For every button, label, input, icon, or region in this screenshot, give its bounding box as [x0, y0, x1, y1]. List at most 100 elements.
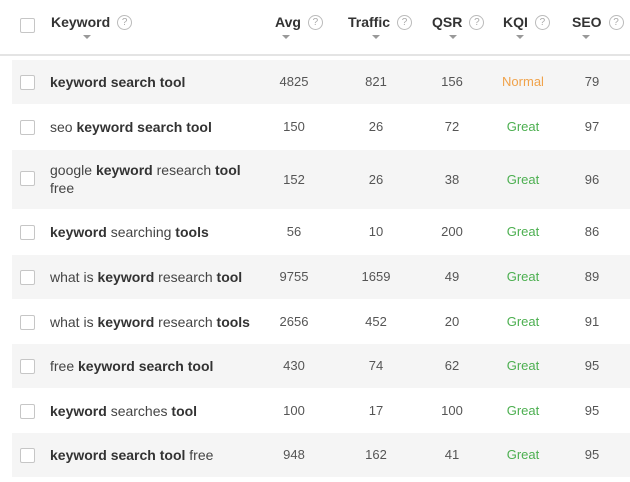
avg-cell: 152 — [283, 172, 305, 187]
qsr-cell: 72 — [444, 119, 460, 134]
keyword-text: free — [185, 447, 214, 463]
help-icon[interactable]: ? — [397, 14, 413, 30]
keyword-text: google — [50, 162, 96, 178]
keyword-cell[interactable]: google keyword research tool free — [50, 161, 250, 197]
kqi-cell: Great — [506, 403, 540, 418]
col-kqi-header[interactable]: KQI ? — [503, 14, 550, 30]
avg-cell: 430 — [283, 358, 305, 373]
seo-cell: 79 — [584, 74, 600, 89]
keyword-cell[interactable]: seo keyword search tool — [50, 118, 250, 136]
row-checkbox[interactable] — [20, 225, 35, 240]
select-all-checkbox[interactable] — [20, 18, 35, 33]
help-icon[interactable]: ? — [307, 14, 323, 30]
kqi-cell: Great — [506, 119, 540, 134]
keyword-match-text: keyword — [95, 162, 153, 178]
kqi-cell: Great — [506, 447, 540, 462]
keyword-match-text: keyword — [50, 403, 107, 419]
help-icon[interactable]: ? — [117, 14, 133, 30]
keyword-match-text: keyword — [97, 314, 155, 330]
keyword-text: searches — [106, 403, 172, 419]
keyword-cell[interactable]: keyword search tool free — [50, 446, 250, 464]
sort-arrow-icon[interactable] — [372, 35, 380, 39]
col-qsr-header[interactable]: QSR ? — [432, 14, 485, 30]
help-icon[interactable]: ? — [608, 14, 624, 30]
sort-arrow-icon[interactable] — [516, 35, 524, 39]
col-keyword-header[interactable]: Keyword ? — [51, 14, 133, 30]
avg-cell: 150 — [283, 119, 305, 134]
avg-cell: 100 — [283, 403, 305, 418]
row-checkbox[interactable] — [20, 359, 35, 374]
keyword-text: research — [154, 269, 217, 285]
traffic-cell: 1659 — [361, 269, 391, 284]
qsr-cell: 200 — [441, 224, 463, 239]
table-row[interactable]: seo keyword search tool 150 26 72 97 Great — [12, 105, 630, 149]
qsr-cell: 49 — [444, 269, 460, 284]
row-checkbox[interactable] — [20, 75, 35, 90]
keyword-cell[interactable]: keyword searching tools — [50, 223, 250, 241]
traffic-cell: 26 — [368, 119, 384, 134]
seo-cell: 91 — [584, 314, 600, 329]
keyword-match-text: keyword — [97, 269, 155, 285]
col-avg-header[interactable]: Avg ? — [275, 14, 323, 30]
col-kqi-label: KQI — [503, 14, 528, 30]
sort-arrow-icon[interactable] — [449, 35, 457, 39]
keyword-match-text: tools — [216, 314, 250, 330]
qsr-cell: 156 — [441, 74, 463, 89]
col-seo-label: SEO — [572, 14, 602, 30]
traffic-cell: 74 — [368, 358, 384, 373]
traffic-cell: 452 — [365, 314, 387, 329]
sort-arrow-icon[interactable] — [83, 35, 91, 39]
sort-arrow-icon[interactable] — [282, 35, 290, 39]
kqi-cell: Great — [506, 224, 540, 239]
traffic-cell: 10 — [368, 224, 384, 239]
kqi-cell: Great — [506, 269, 540, 284]
avg-cell: 9755 — [279, 269, 309, 284]
table-row[interactable]: keyword search tool free 948 162 41 95 Great — [12, 433, 630, 477]
keyword-text: free — [50, 358, 79, 374]
table-row[interactable]: what is keyword research tool 9755 1659 49 8… — [12, 255, 630, 299]
keyword-cell[interactable]: keyword searches tool — [50, 402, 250, 420]
seo-cell: 96 — [584, 172, 600, 187]
keyword-table: Keyword ? Avg ? Traffic ? QSR ? KQI ? SE… — [0, 0, 630, 477]
keyword-cell[interactable]: keyword search tool — [50, 73, 250, 91]
seo-cell: 86 — [584, 224, 600, 239]
table-row[interactable]: what is keyword research tools 2656 452 20 9… — [12, 300, 630, 344]
table-row[interactable]: free keyword search tool 430 74 62 95 Great — [12, 344, 630, 388]
keyword-match-text: keyword search tool — [76, 119, 212, 135]
seo-cell: 97 — [584, 119, 600, 134]
keyword-text: research — [152, 162, 215, 178]
col-keyword-label: Keyword — [51, 14, 111, 30]
table-row[interactable]: keyword searching tools 56 10 200 86 Great — [12, 210, 630, 254]
row-checkbox[interactable] — [20, 448, 35, 463]
sort-arrow-icon[interactable] — [582, 35, 590, 39]
table-row[interactable]: google keyword research tool free 152 26 38… — [12, 150, 630, 209]
help-icon[interactable]: ? — [534, 14, 550, 30]
col-seo-header[interactable]: SEO ? — [572, 14, 624, 30]
keyword-text: seo — [50, 119, 77, 135]
kqi-cell: Normal — [502, 74, 544, 89]
help-icon[interactable]: ? — [469, 14, 485, 30]
row-checkbox[interactable] — [20, 171, 35, 186]
row-checkbox[interactable] — [20, 120, 35, 135]
kqi-cell: Great — [506, 314, 540, 329]
table-row[interactable]: keyword search tool 4825 821 156 79 Normal — [12, 60, 630, 104]
col-traffic-header[interactable]: Traffic ? — [348, 14, 413, 30]
row-checkbox[interactable] — [20, 270, 35, 285]
keyword-match-text: tool — [171, 403, 198, 419]
qsr-cell: 100 — [441, 403, 463, 418]
col-qsr-label: QSR — [432, 14, 463, 30]
seo-cell: 95 — [584, 403, 600, 418]
keyword-cell[interactable]: what is keyword research tools — [50, 313, 250, 331]
traffic-cell: 26 — [368, 172, 384, 187]
qsr-cell: 41 — [444, 447, 460, 462]
row-checkbox[interactable] — [20, 315, 35, 330]
avg-cell: 56 — [286, 224, 302, 239]
table-row[interactable]: keyword searches tool 100 17 100 95 Great — [12, 389, 630, 433]
keyword-cell[interactable]: free keyword search tool — [50, 357, 250, 375]
row-checkbox[interactable] — [20, 404, 35, 419]
keyword-cell[interactable]: what is keyword research tool — [50, 268, 250, 286]
avg-cell: 4825 — [279, 74, 309, 89]
avg-cell: 2656 — [279, 314, 309, 329]
seo-cell: 95 — [584, 447, 600, 462]
keyword-text: what is — [50, 269, 98, 285]
